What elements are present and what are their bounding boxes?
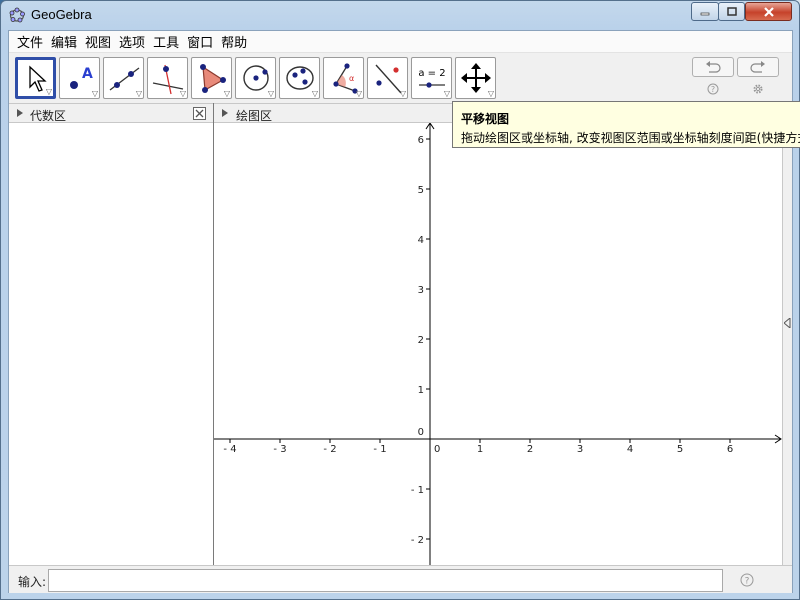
redo-icon bbox=[750, 61, 765, 73]
y-tick-label: 2 bbox=[418, 335, 424, 346]
x-tick-label: 6 bbox=[727, 444, 733, 455]
dropdown-arrow-icon: ▽ bbox=[135, 89, 142, 98]
algebra-view-title: 代数区 bbox=[30, 109, 67, 123]
svg-text:?: ? bbox=[745, 577, 750, 587]
geogebra-icon bbox=[9, 7, 25, 23]
line-tool-button[interactable]: ▽ bbox=[103, 57, 144, 99]
close-panel-icon[interactable] bbox=[193, 107, 206, 120]
conic-tool-button[interactable]: ▽ bbox=[279, 57, 320, 99]
title-bar[interactable]: GeoGebra bbox=[1, 1, 799, 29]
collapse-triangle-icon[interactable] bbox=[222, 109, 228, 117]
y-tick-label: 4 bbox=[418, 235, 424, 246]
perpendicular-line-tool-button[interactable]: ▽ bbox=[147, 57, 188, 99]
close-button[interactable] bbox=[745, 2, 792, 21]
dropdown-arrow-icon: ▽ bbox=[91, 89, 98, 98]
maximize-button[interactable] bbox=[718, 2, 745, 21]
polygon-tool-button[interactable]: ▽ bbox=[191, 57, 232, 99]
x-tick-label: - 1 bbox=[373, 444, 386, 455]
algebra-view[interactable] bbox=[9, 123, 213, 565]
svg-text:?: ? bbox=[711, 85, 715, 94]
tooltip-title: 平移视图 bbox=[461, 112, 510, 126]
geogebra-window: GeoGebra 文件 编辑 视图 选项 工具 窗口 帮助 ▽ A ▽ ▽ ▽ … bbox=[0, 0, 800, 600]
x-tick-label: 1 bbox=[477, 444, 483, 455]
coordinate-axes: - 4 - 3 - 2 - 1 0 1 2 3 4 5 6 6 5 4 3 2 1 0 - 1 - 2 bbox=[214, 123, 782, 565]
dropdown-arrow-icon: ▽ bbox=[355, 89, 362, 98]
menu-bar: 文件 编辑 视图 选项 工具 窗口 帮助 bbox=[9, 31, 792, 53]
menu-edit[interactable]: 编辑 bbox=[47, 32, 81, 51]
x-tick-label: 3 bbox=[577, 444, 583, 455]
graphics-view-title: 绘图区 bbox=[236, 109, 273, 123]
dropdown-arrow-icon: ▽ bbox=[179, 89, 186, 98]
reflect-tool-button[interactable]: ▽ bbox=[367, 57, 408, 99]
move-graphics-view-tool-button[interactable]: ▽ bbox=[455, 57, 496, 99]
y-tick-label: 0 bbox=[418, 427, 424, 438]
minimize-icon bbox=[700, 12, 710, 15]
menu-options[interactable]: 选项 bbox=[115, 32, 149, 51]
side-panel-toggle[interactable] bbox=[782, 123, 792, 565]
x-tick-label: 2 bbox=[527, 444, 533, 455]
dropdown-arrow-icon: ▽ bbox=[487, 89, 494, 98]
menu-tools[interactable]: 工具 bbox=[149, 32, 183, 51]
graphics-view[interactable]: - 4 - 3 - 2 - 1 0 1 2 3 4 5 6 6 5 4 3 2 1 0 - 1 - 2 bbox=[214, 123, 782, 565]
redo-button[interactable] bbox=[737, 57, 779, 77]
slider-icon-label: a = 2 bbox=[418, 68, 445, 79]
dropdown-arrow-icon: ▽ bbox=[45, 87, 52, 96]
input-bar: 输入: ? bbox=[9, 565, 792, 593]
x-tick-label: - 4 bbox=[223, 444, 236, 455]
slider-tool-button[interactable]: a = 2 ▽ bbox=[411, 57, 452, 99]
minimize-button[interactable] bbox=[691, 2, 719, 21]
y-tick-label: 3 bbox=[418, 285, 424, 296]
point-tool-button[interactable]: A ▽ bbox=[59, 57, 100, 99]
dropdown-arrow-icon: ▽ bbox=[267, 89, 274, 98]
undo-button[interactable] bbox=[692, 57, 734, 77]
menu-window[interactable]: 窗口 bbox=[183, 32, 217, 51]
window-title: GeoGebra bbox=[31, 7, 92, 22]
x-tick-label: 0 bbox=[434, 444, 440, 455]
x-tick-label: - 2 bbox=[323, 444, 336, 455]
y-tick-label: 6 bbox=[418, 135, 424, 146]
y-tick-label: - 1 bbox=[411, 485, 424, 496]
svg-text:α: α bbox=[349, 74, 354, 83]
command-input[interactable] bbox=[48, 569, 723, 592]
dropdown-arrow-icon: ▽ bbox=[223, 89, 230, 98]
angle-tool-button[interactable]: α ▽ bbox=[323, 57, 364, 99]
input-help-icon[interactable]: ? bbox=[740, 573, 754, 587]
maximize-icon bbox=[726, 6, 737, 16]
menu-file[interactable]: 文件 bbox=[13, 32, 47, 51]
tool-tooltip: 平移视图 拖动绘图区或坐标轴, 改变视图区范围或坐标轴刻度间距(快捷方式 bbox=[452, 101, 800, 148]
close-icon bbox=[763, 6, 774, 17]
move-tool-button[interactable]: ▽ bbox=[15, 57, 56, 99]
x-tick-label: - 3 bbox=[273, 444, 286, 455]
dropdown-arrow-icon: ▽ bbox=[399, 89, 406, 98]
settings-gear-icon[interactable] bbox=[752, 83, 764, 95]
toolbar: ▽ A ▽ ▽ ▽ ▽ ▽ ▽ α ▽ ▽ a = 2 ▽ ▽ ? bbox=[9, 53, 792, 103]
tooltip-text: 拖动绘图区或坐标轴, 改变视图区范围或坐标轴刻度间距(快捷方式 bbox=[461, 131, 800, 145]
x-tick-label: 4 bbox=[627, 444, 633, 455]
svg-text:A: A bbox=[82, 66, 93, 82]
y-tick-label: - 2 bbox=[411, 535, 424, 546]
y-tick-label: 5 bbox=[418, 185, 424, 196]
undo-icon bbox=[706, 61, 721, 73]
dropdown-arrow-icon: ▽ bbox=[443, 89, 450, 98]
input-label: 输入: bbox=[18, 575, 47, 589]
help-icon[interactable]: ? bbox=[707, 83, 719, 95]
menu-view[interactable]: 视图 bbox=[81, 32, 115, 51]
x-tick-label: 5 bbox=[677, 444, 683, 455]
collapse-triangle-icon[interactable] bbox=[17, 109, 23, 117]
circle-tool-button[interactable]: ▽ bbox=[235, 57, 276, 99]
menu-help[interactable]: 帮助 bbox=[217, 32, 251, 51]
dropdown-arrow-icon: ▽ bbox=[311, 89, 318, 98]
y-tick-label: 1 bbox=[418, 385, 424, 396]
expand-left-icon[interactable] bbox=[784, 318, 791, 328]
algebra-view-header[interactable]: 代数区 bbox=[9, 103, 213, 123]
axis-ticks: - 4 - 3 - 2 - 1 0 1 2 3 4 5 6 6 5 4 3 2 1 0 - 1 - 2 bbox=[223, 135, 733, 546]
